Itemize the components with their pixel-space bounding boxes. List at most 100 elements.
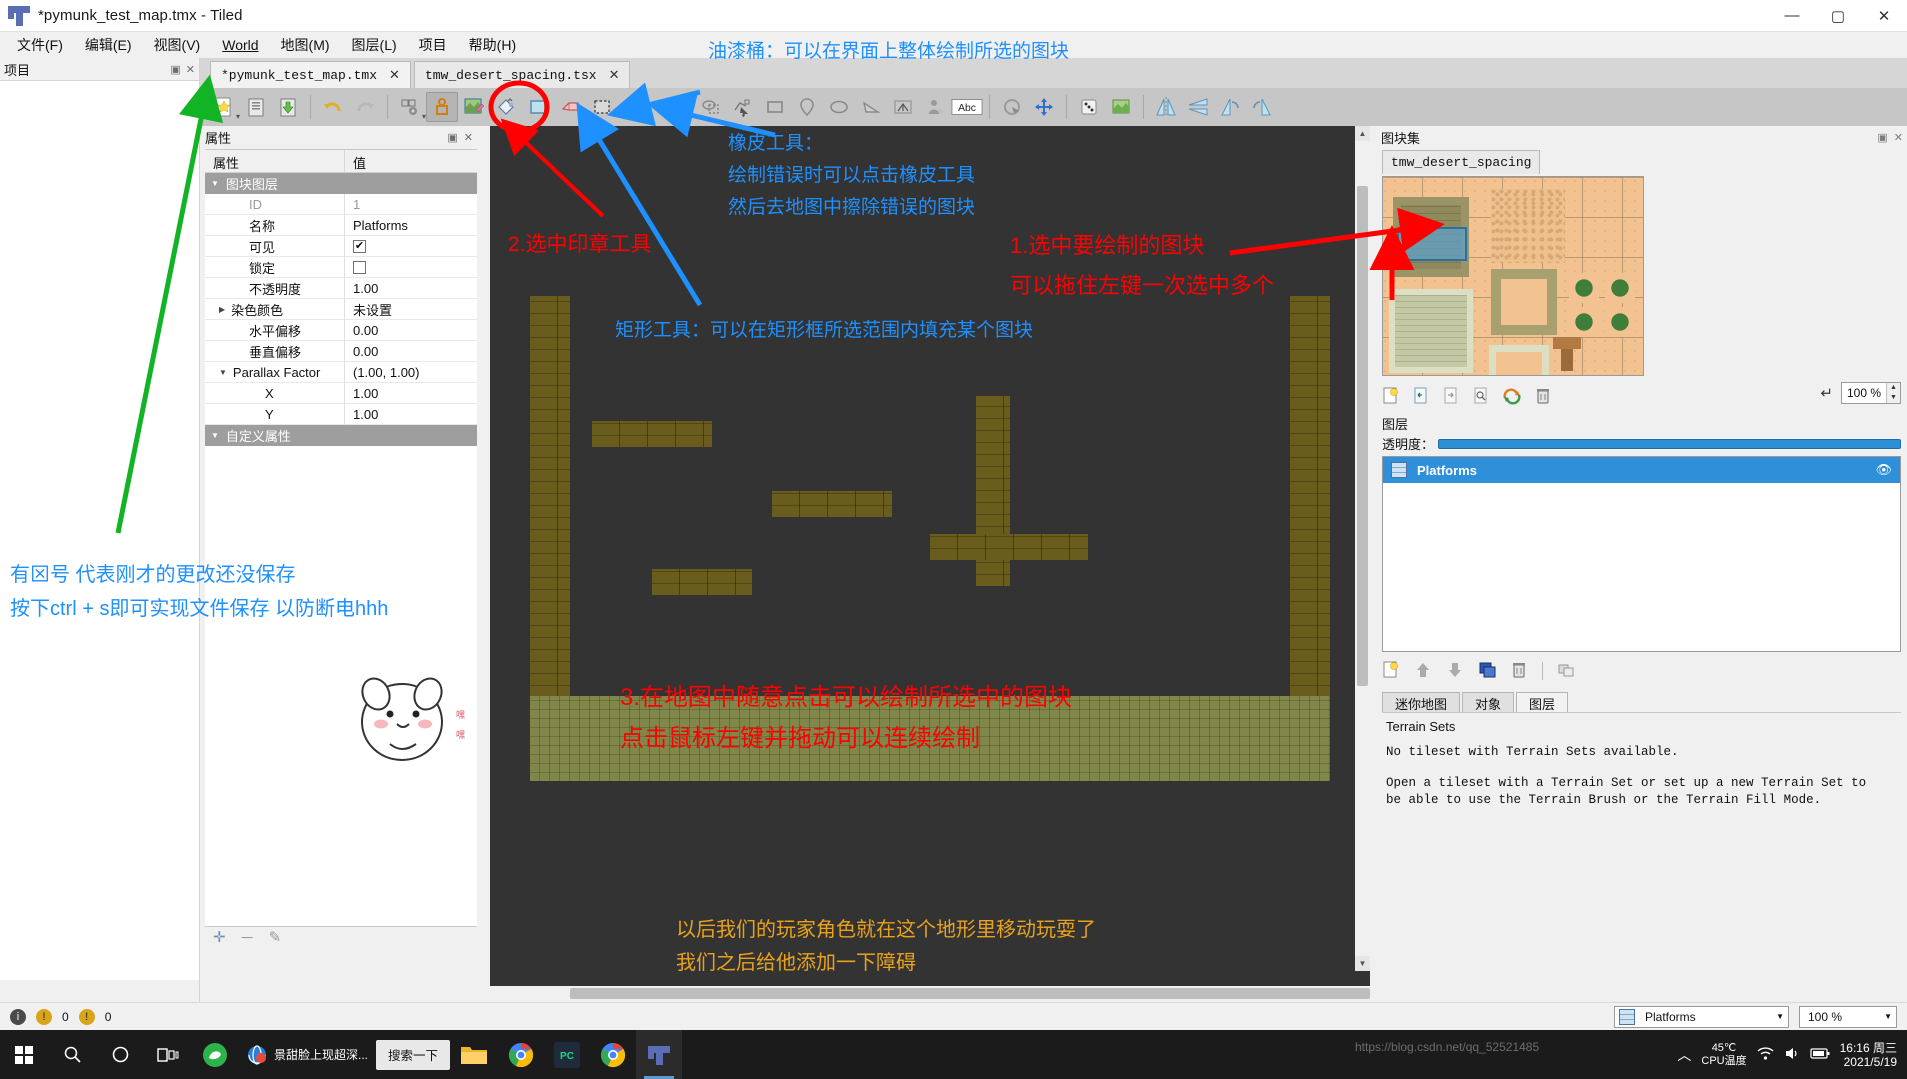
property-row-tint-color[interactable]: ▶ 染色颜色 未设置 [205, 298, 477, 320]
menu-map[interactable]: 地图(M) [270, 32, 341, 58]
tileset-zoom-spinner[interactable]: 100 % ▲ ▼ [1841, 382, 1901, 404]
property-value[interactable]: 1.00 [345, 383, 477, 404]
property-row-opacity[interactable]: 不透明度 1.00 [205, 277, 477, 299]
property-row-parallax-factor[interactable]: ▼ Parallax Factor (1.00, 1.00) [205, 361, 477, 383]
move-layer-up-icon[interactable] [1414, 661, 1432, 682]
map-canvas[interactable]: ▲ ▼ [490, 126, 1370, 986]
remove-property-icon[interactable]: － [240, 927, 255, 948]
export-tileset-icon[interactable] [1442, 387, 1460, 408]
insert-ellipse-icon[interactable] [823, 92, 855, 122]
rotate-icon[interactable] [996, 92, 1028, 122]
tab-pymunk-test-map[interactable]: *pymunk_test_map.tmx ✕ [210, 61, 411, 88]
taskbar-app-file-explorer[interactable] [450, 1030, 498, 1079]
duplicate-layer-icon[interactable] [1478, 661, 1496, 682]
tileset-grid[interactable] [1382, 176, 1644, 376]
tray-chevron-icon[interactable]: ︿ [1677, 1045, 1691, 1065]
float-icon[interactable]: ▣ [1877, 131, 1887, 144]
flip-horizontal-icon[interactable] [1150, 92, 1182, 122]
insert-tile-icon[interactable] [887, 92, 919, 122]
tileset-tile-plant[interactable] [1605, 273, 1635, 303]
rectangle-fill-icon[interactable] [522, 92, 554, 122]
network-icon[interactable] [1757, 1046, 1774, 1064]
tileset-tile-plant[interactable] [1569, 307, 1599, 337]
menu-file[interactable]: 文件(F) [6, 32, 74, 58]
property-row-horizontal-offset[interactable]: 水平偏移 0.00 [205, 319, 477, 341]
taskbar-app-chrome-2[interactable] [590, 1030, 636, 1079]
search-icon[interactable] [48, 1030, 96, 1079]
menu-help[interactable]: 帮助(H) [458, 32, 527, 58]
tileset-tile-stonering[interactable] [1491, 269, 1557, 335]
menu-project[interactable]: 项目 [408, 32, 458, 58]
taskbar-clock[interactable]: 16:16 周三 2021/5/19 [1840, 1041, 1897, 1069]
edit-polygon-icon[interactable] [727, 92, 759, 122]
object-select-icon[interactable] [426, 92, 459, 122]
chevron-down-icon[interactable]: ▼ [1768, 1012, 1784, 1021]
delete-tileset-icon[interactable] [1534, 387, 1552, 408]
cortana-circle-icon[interactable] [96, 1030, 144, 1079]
auto-map-icon[interactable] [1105, 92, 1137, 122]
property-value[interactable]: Platforms [345, 215, 477, 236]
taskbar-app-pycharm[interactable]: PC [544, 1030, 590, 1079]
magic-wand-icon[interactable] [618, 92, 650, 122]
eraser-icon[interactable] [554, 92, 586, 122]
close-icon[interactable]: ✕ [389, 67, 400, 83]
property-value[interactable]: 0.00 [345, 341, 477, 362]
current-layer-combo[interactable]: Platforms ▼ [1614, 1005, 1789, 1028]
tileset-tile-signboard[interactable] [1553, 337, 1581, 349]
tab-tmw-desert-spacing[interactable]: tmw_desert_spacing.tsx ✕ [413, 61, 631, 88]
taskbar-app-chrome[interactable] [498, 1030, 544, 1079]
eye-icon[interactable]: 👁 [1875, 462, 1892, 478]
new-layer-icon[interactable] [1382, 661, 1400, 682]
rotate-left-icon[interactable] [1214, 92, 1246, 122]
property-value[interactable]: 1.00 [345, 404, 477, 425]
warning-icon[interactable]: ! [36, 1008, 52, 1025]
battery-icon[interactable] [1810, 1047, 1830, 1063]
warning-icon-2[interactable]: ! [78, 1008, 95, 1025]
flip-vertical-icon[interactable] [1182, 92, 1214, 122]
property-value[interactable]: 1.00 [345, 278, 477, 299]
menu-edit[interactable]: 编辑(E) [74, 32, 143, 58]
paint-bucket-icon[interactable] [490, 92, 522, 122]
rectangle-select-icon[interactable] [586, 92, 618, 122]
scroll-down-icon[interactable]: ▼ [1355, 956, 1370, 971]
chevron-down-icon[interactable]: ▼ [211, 431, 219, 440]
property-row-parallax-x[interactable]: X 1.00 [205, 382, 477, 404]
minimize-button[interactable]: — [1769, 0, 1815, 32]
project-tree[interactable] [0, 80, 199, 980]
tileset-tile-plant[interactable] [1605, 307, 1635, 337]
map-tile-area[interactable] [530, 296, 1330, 781]
task-view-icon[interactable] [144, 1030, 192, 1079]
close-icon[interactable]: ✕ [186, 63, 195, 76]
save-file-icon[interactable] [272, 92, 304, 122]
chevron-down-icon[interactable]: ▼ [1876, 1012, 1892, 1021]
add-property-icon[interactable]: ✛ [213, 928, 226, 946]
insert-template-icon[interactable] [919, 92, 951, 122]
tab-objects[interactable]: 对象 [1462, 692, 1515, 714]
tileset-tile-sand[interactable] [1491, 189, 1565, 263]
menu-view[interactable]: 视图(V) [143, 32, 212, 58]
tileset-tile-stonepad[interactable] [1389, 289, 1473, 373]
chevron-down-icon[interactable]: ▼ [211, 179, 219, 188]
spin-down-icon[interactable]: ▼ [1887, 393, 1900, 403]
layer-row-platforms[interactable]: Platforms 👁 [1383, 457, 1900, 483]
volume-icon[interactable] [1784, 1046, 1800, 1064]
move-icon[interactable] [1028, 92, 1060, 122]
edit-map-icon[interactable] [458, 92, 490, 122]
property-row-name[interactable]: 名称 Platforms [205, 214, 477, 236]
layer-list[interactable]: Platforms 👁 [1382, 456, 1901, 652]
taskbar-news-widget[interactable]: 景甜脸上现超深... [238, 1030, 376, 1079]
visible-checkbox[interactable]: ✔ [353, 239, 366, 253]
undo-icon[interactable] [317, 92, 349, 122]
tileset-tab-tmw-desert-spacing[interactable]: tmw_desert_spacing [1382, 150, 1541, 174]
info-icon[interactable]: i [10, 1008, 26, 1025]
close-icon[interactable]: ✕ [1894, 131, 1903, 144]
property-value[interactable]: 0.00 [345, 320, 477, 341]
close-button[interactable]: ✕ [1861, 0, 1907, 32]
opacity-slider[interactable] [1438, 438, 1901, 449]
edit-property-icon[interactable]: ✎ [269, 928, 282, 946]
property-row-vertical-offset[interactable]: 垂直偏移 0.00 [205, 340, 477, 362]
tileset-tile-plant[interactable] [1569, 273, 1599, 303]
import-tileset-icon[interactable] [1412, 387, 1430, 408]
property-value[interactable]: 未设置 [345, 299, 477, 320]
close-icon[interactable]: ✕ [464, 131, 473, 144]
